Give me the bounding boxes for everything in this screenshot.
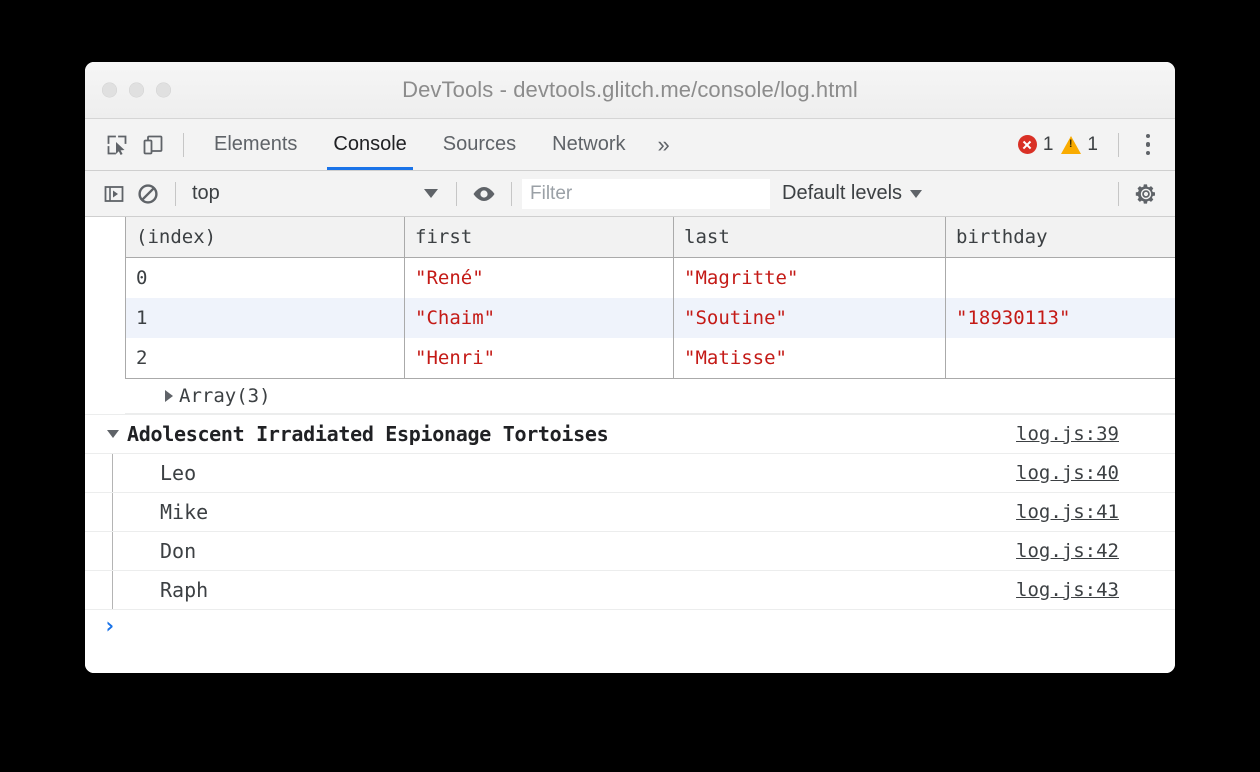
execution-context-label: top xyxy=(192,182,424,205)
traffic-lights xyxy=(102,83,171,98)
console-group-body: Leo log.js:40 Mike log.js:41 Don log.js:… xyxy=(85,454,1175,610)
tab-elements[interactable]: Elements xyxy=(196,119,315,170)
console-group-header[interactable]: Adolescent Irradiated Espionage Tortoise… xyxy=(85,415,1175,454)
inspect-element-icon[interactable] xyxy=(99,128,135,162)
console-table-message: (index) first last birthday 0 "René" "Ma… xyxy=(85,217,1175,415)
list-item: Mike log.js:41 xyxy=(85,493,1175,532)
console-prompt[interactable]: › xyxy=(85,610,1175,650)
tab-console[interactable]: Console xyxy=(315,119,424,170)
clear-console-icon[interactable] xyxy=(131,178,165,210)
minimize-window-button[interactable] xyxy=(129,83,144,98)
console-group-title: Adolescent Irradiated Espionage Tortoise… xyxy=(127,422,608,446)
chevron-down-icon xyxy=(910,190,922,198)
window-titlebar: DevTools - devtools.glitch.me/console/lo… xyxy=(85,62,1175,119)
toolbar-divider xyxy=(511,182,512,206)
tab-network[interactable]: Network xyxy=(534,119,643,170)
prompt-chevron-icon: › xyxy=(103,616,116,638)
table-row: 1 "Chaim" "Soutine" "18930113" xyxy=(126,298,1176,338)
log-levels-label: Default levels xyxy=(782,182,902,205)
toolbar-divider xyxy=(1118,133,1119,157)
chevron-down-icon xyxy=(424,189,438,198)
panel-tabs: Elements Console Sources Network » xyxy=(196,119,684,170)
source-link[interactable]: log.js:41 xyxy=(1016,501,1119,523)
settings-gear-icon[interactable] xyxy=(1129,178,1163,210)
console-message-list[interactable]: (index) first last birthday 0 "René" "Ma… xyxy=(85,217,1175,673)
array-summary-label: Array(3) xyxy=(179,385,271,407)
console-sidebar-icon[interactable] xyxy=(97,178,131,210)
error-icon xyxy=(1018,135,1037,154)
table-cell-birthday: "18930113" xyxy=(946,298,1176,338)
table-header-row: (index) first last birthday xyxy=(126,217,1176,258)
table-cell-first: "Henri" xyxy=(405,338,674,379)
chevron-down-icon[interactable] xyxy=(107,430,119,438)
error-badge-group[interactable]: 1 xyxy=(1018,134,1062,156)
chevron-right-icon[interactable] xyxy=(165,390,173,402)
filter-input[interactable] xyxy=(522,179,770,209)
source-link[interactable]: log.js:39 xyxy=(1016,423,1119,445)
table-cell-last: "Magritte" xyxy=(674,258,946,299)
table-header-birthday[interactable]: birthday xyxy=(946,217,1176,258)
log-levels-selector[interactable]: Default levels xyxy=(782,178,922,210)
table-row: 0 "René" "Magritte" xyxy=(126,258,1176,299)
table-header-index[interactable]: (index) xyxy=(126,217,405,258)
source-link[interactable]: log.js:40 xyxy=(1016,462,1119,484)
list-item: Don log.js:42 xyxy=(85,532,1175,571)
zoom-window-button[interactable] xyxy=(156,83,171,98)
console-toolbar-right xyxy=(1108,171,1175,216)
devtools-tabbar: Elements Console Sources Network » 1 1 xyxy=(85,119,1175,171)
table-cell-birthday xyxy=(946,338,1176,379)
log-text: Leo xyxy=(160,461,196,485)
more-tabs-button[interactable]: » xyxy=(644,119,684,170)
table-cell-last: "Soutine" xyxy=(674,298,946,338)
table-header-last[interactable]: last xyxy=(674,217,946,258)
console-toolbar: top Default levels xyxy=(85,171,1175,217)
table-cell-first: "Chaim" xyxy=(405,298,674,338)
toolbar-divider xyxy=(1118,182,1119,206)
table-cell-first: "René" xyxy=(405,258,674,299)
table-cell-last: "Matisse" xyxy=(674,338,946,379)
table-cell-index: 1 xyxy=(126,298,405,338)
source-link[interactable]: log.js:43 xyxy=(1016,579,1119,601)
log-text: Raph xyxy=(160,578,208,602)
device-toolbar-icon[interactable] xyxy=(135,128,171,162)
toolbar-divider xyxy=(175,182,176,206)
list-item: Raph log.js:43 xyxy=(85,571,1175,610)
close-window-button[interactable] xyxy=(102,83,117,98)
warning-icon xyxy=(1061,136,1081,154)
table-cell-index: 0 xyxy=(126,258,405,299)
execution-context-selector[interactable]: top xyxy=(186,178,446,210)
console-table: (index) first last birthday 0 "René" "Ma… xyxy=(125,217,1175,379)
window-title: DevTools - devtools.glitch.me/console/lo… xyxy=(402,77,858,103)
log-text: Don xyxy=(160,539,196,563)
log-text: Mike xyxy=(160,500,208,524)
devtools-window: DevTools - devtools.glitch.me/console/lo… xyxy=(85,62,1175,673)
table-cell-index: 2 xyxy=(126,338,405,379)
live-expression-eye-icon[interactable] xyxy=(467,178,501,210)
tab-sources[interactable]: Sources xyxy=(425,119,534,170)
array-summary-row[interactable]: Array(3) xyxy=(125,379,1175,414)
toolbar-divider xyxy=(183,133,184,157)
warning-badge-group[interactable]: 1 xyxy=(1061,134,1106,156)
source-link[interactable]: log.js:42 xyxy=(1016,540,1119,562)
table-row: 2 "Henri" "Matisse" xyxy=(126,338,1176,379)
list-item: Leo log.js:40 xyxy=(85,454,1175,493)
tabbar-right-actions: 1 1 xyxy=(1018,119,1175,170)
console-prompt-input[interactable] xyxy=(116,616,1175,642)
error-count: 1 xyxy=(1043,134,1054,156)
warning-count: 1 xyxy=(1087,134,1098,156)
table-header-first[interactable]: first xyxy=(405,217,674,258)
table-cell-birthday xyxy=(946,258,1176,299)
toolbar-divider xyxy=(456,182,457,206)
kebab-menu-icon[interactable] xyxy=(1131,128,1165,162)
